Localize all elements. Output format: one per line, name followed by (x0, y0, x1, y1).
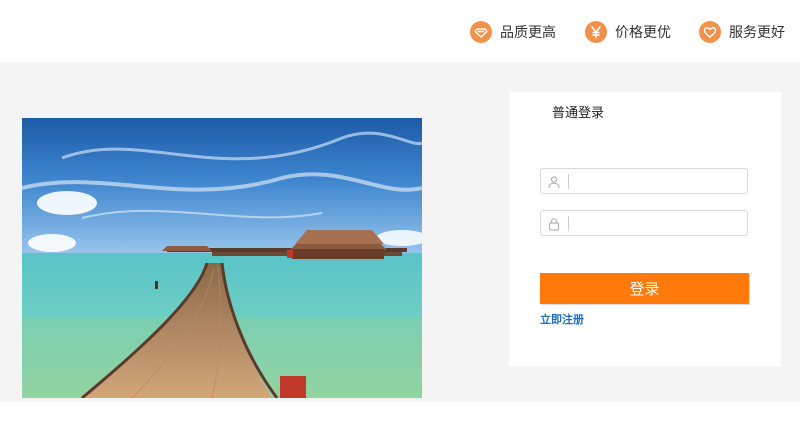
footer-strip (0, 402, 800, 430)
user-icon (547, 174, 561, 189)
diamond-icon (470, 21, 492, 43)
login-button[interactable]: 登录 (540, 273, 749, 304)
username-field[interactable] (540, 168, 748, 194)
username-input[interactable] (573, 171, 743, 191)
register-link[interactable]: 立即注册 (540, 311, 584, 327)
feature-price: 价格更优 (585, 20, 671, 44)
password-field[interactable] (540, 210, 748, 236)
yen-icon (585, 21, 607, 43)
feature-quality-label: 品质更高 (500, 25, 556, 41)
top-bar: 品质更高 价格更优 服务更好 (0, 0, 800, 62)
heart-icon (699, 21, 721, 43)
password-input[interactable] (573, 213, 743, 233)
password-divider (568, 216, 569, 231)
username-divider (568, 174, 569, 189)
login-panel: 普通登录 登录 立即注册 (509, 92, 781, 366)
lock-icon (547, 216, 561, 231)
tab-normal-login[interactable]: 普通登录 (552, 102, 604, 121)
feature-service-label: 服务更好 (729, 25, 785, 41)
feature-service: 服务更好 (699, 20, 785, 44)
beach-pier-photo (22, 118, 422, 398)
feature-price-label: 价格更优 (615, 25, 671, 41)
feature-quality: 品质更高 (470, 20, 556, 44)
